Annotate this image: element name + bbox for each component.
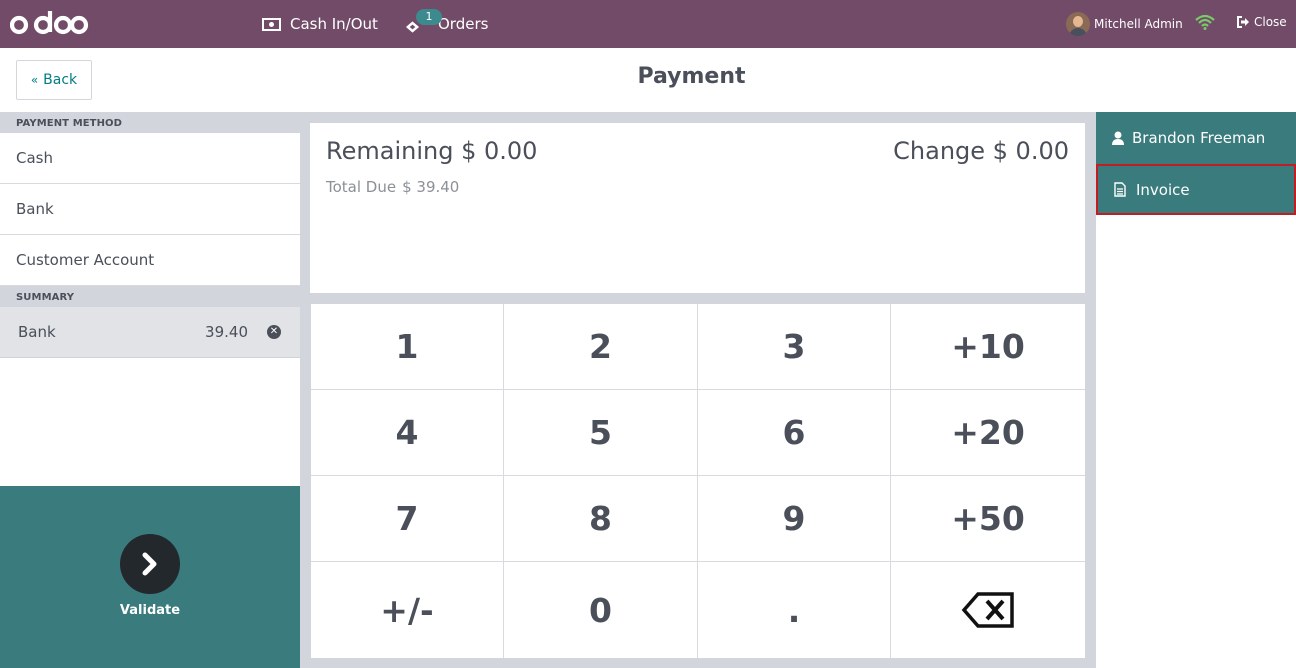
numpad-key-plus-50[interactable]: +50 — [891, 476, 1085, 562]
invoice-button[interactable]: Invoice — [1096, 164, 1296, 215]
right-panel: Brandon Freeman Invoice — [1096, 112, 1296, 668]
odoo-logo — [10, 11, 89, 35]
back-label: Back — [43, 72, 78, 88]
remaining-amount: Remaining $ 0.00 — [326, 137, 538, 165]
numpad-key-7[interactable]: 7 — [311, 476, 504, 562]
orders-label: Orders — [438, 15, 489, 33]
payment-status: Remaining $ 0.00 Change $ 0.00 Total Due… — [310, 123, 1085, 293]
user-icon — [1112, 131, 1124, 145]
payment-method-bank[interactable]: Bank — [0, 184, 300, 235]
numpad-key-8[interactable]: 8 — [504, 476, 698, 562]
cash-in-out-label: Cash In/Out — [290, 15, 378, 33]
customer-name: Brandon Freeman — [1132, 129, 1266, 147]
numpad-key-6[interactable]: 6 — [698, 390, 891, 476]
numpad-key-9[interactable]: 9 — [698, 476, 891, 562]
total-due-value: $ 39.40 — [402, 178, 460, 196]
numpad-key-decimal[interactable]: . — [698, 562, 891, 658]
double-chevron-left-icon: « — [30, 73, 39, 87]
numpad-key-0[interactable]: 0 — [504, 562, 698, 658]
wifi-icon[interactable] — [1195, 14, 1215, 30]
numpad: 1 2 3 +10 4 5 6 +20 7 8 9 +50 +/- 0 . — [311, 304, 1085, 658]
numpad-key-sign[interactable]: +/- — [311, 562, 504, 658]
payment-line[interactable]: Bank 39.40 ✕ — [0, 307, 300, 358]
close-label: Close — [1254, 15, 1287, 29]
numpad-key-4[interactable]: 4 — [311, 390, 504, 476]
numpad-key-3[interactable]: 3 — [698, 304, 891, 390]
payment-line-method: Bank — [18, 323, 56, 341]
numpad-key-5[interactable]: 5 — [504, 390, 698, 476]
orders-icon-wrapper: 1 — [405, 0, 442, 48]
payment-line-amount: 39.40 — [205, 323, 248, 341]
payment-method-cash[interactable]: Cash — [0, 133, 300, 184]
sign-out-icon — [1237, 16, 1249, 28]
back-button[interactable]: « Back — [16, 60, 92, 100]
orders-button[interactable]: 1 Orders — [405, 0, 488, 48]
payment-method-customer-account[interactable]: Customer Account — [0, 235, 300, 286]
close-button[interactable]: Close — [1236, 15, 1287, 29]
file-text-icon — [1114, 182, 1126, 197]
user-name: Mitchell Admin — [1094, 17, 1183, 31]
numpad-key-1[interactable]: 1 — [311, 304, 504, 390]
numpad-key-2[interactable]: 2 — [504, 304, 698, 390]
numpad-key-plus-20[interactable]: +20 — [891, 390, 1085, 476]
money-icon — [262, 17, 281, 31]
avatar — [1066, 12, 1090, 36]
total-due-label: Total Due — [326, 178, 397, 196]
payment-header: « Back Payment — [0, 48, 1296, 112]
backspace-icon — [961, 592, 1014, 628]
orders-count-badge: 1 — [416, 9, 442, 25]
change-amount: Change $ 0.00 — [893, 137, 1069, 165]
total-due: Total Due $ 39.40 — [326, 178, 459, 196]
validate-chevron-circle — [120, 534, 180, 594]
cash-in-out-button[interactable]: Cash In/Out — [262, 0, 378, 48]
numpad-key-plus-10[interactable]: +10 — [891, 304, 1085, 390]
page-title: Payment — [637, 64, 746, 89]
top-navbar: Cash In/Out 1 Orders Mitchell Admin Clos… — [0, 0, 1296, 48]
chevron-right-icon — [142, 552, 157, 576]
summary-heading: SUMMARY — [0, 286, 300, 307]
validate-label: Validate — [119, 603, 181, 618]
payment-method-heading: PAYMENT METHOD — [0, 112, 300, 133]
customer-button[interactable]: Brandon Freeman — [1096, 112, 1296, 164]
user-menu[interactable]: Mitchell Admin — [1066, 12, 1183, 36]
validate-button[interactable]: Validate — [0, 486, 300, 668]
invoice-label: Invoice — [1136, 180, 1190, 199]
numpad-key-backspace[interactable] — [891, 562, 1085, 658]
remove-payment-icon[interactable]: ✕ — [267, 325, 281, 339]
